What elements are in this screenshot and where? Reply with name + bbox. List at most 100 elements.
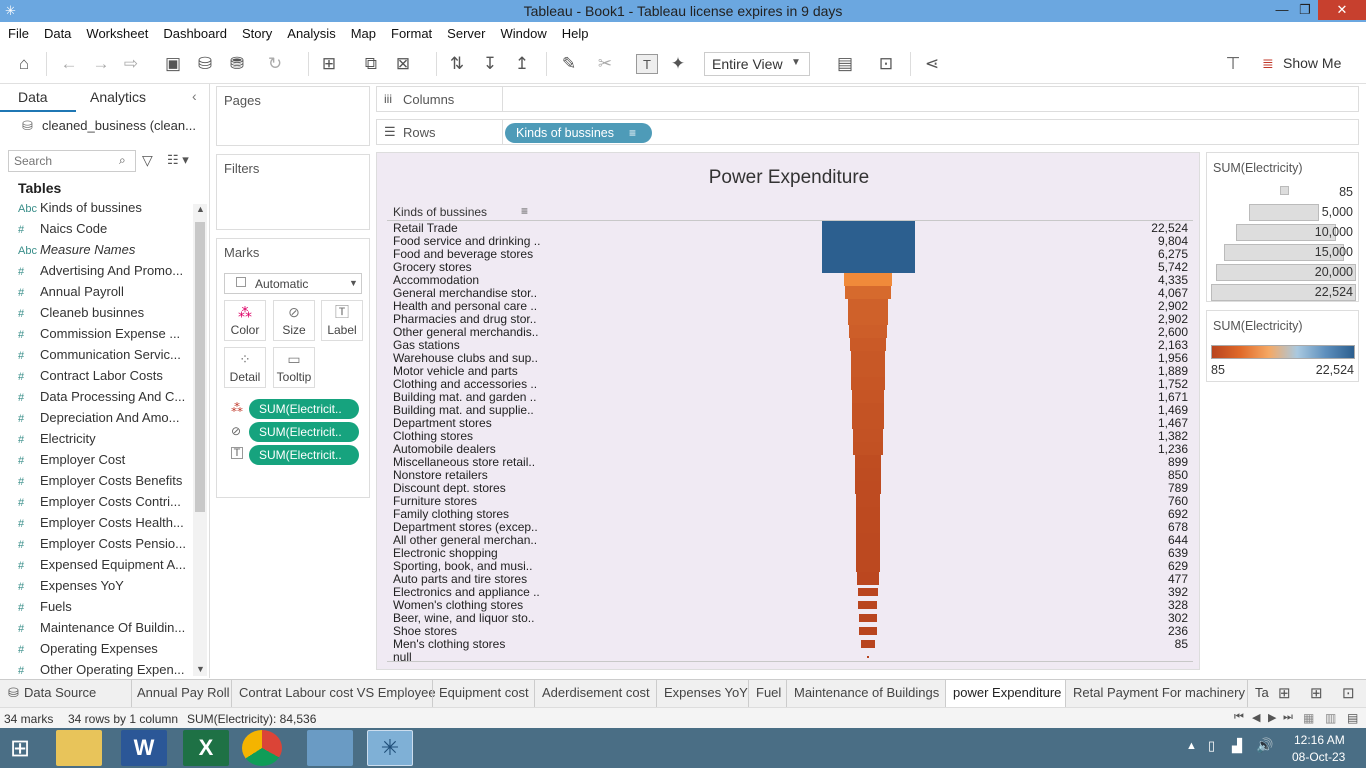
row-label[interactable]: Building mat. and supplie..	[393, 404, 553, 417]
scrollbar[interactable]: ▲ ▼	[193, 204, 207, 676]
bar[interactable]	[855, 468, 881, 481]
menu-worksheet[interactable]: Worksheet	[78, 22, 155, 41]
bar[interactable]	[859, 627, 877, 635]
tab-sheet[interactable]: Fuel	[756, 685, 781, 700]
field-item[interactable]: # Employer Costs Health...	[18, 515, 188, 536]
row-label[interactable]: Nonstore retailers	[393, 469, 553, 482]
bar[interactable]	[857, 588, 878, 596]
bar[interactable]	[856, 520, 880, 533]
menu-window[interactable]: Window	[492, 22, 553, 41]
windows-start-icon[interactable]: ⊞	[10, 734, 30, 763]
viz-area[interactable]: Power Expenditure Kinds of bussines ≡ Re…	[376, 152, 1200, 670]
bar[interactable]	[861, 640, 875, 648]
field-item[interactable]: # Contract Labor Costs	[18, 368, 188, 389]
tray-arrow-icon[interactable]: ▲	[1186, 740, 1197, 752]
bar[interactable]	[821, 247, 915, 260]
field-item[interactable]: # Employer Costs Contri...	[18, 494, 188, 515]
network-icon[interactable]: ▟	[1232, 738, 1242, 754]
field-item[interactable]: # Advertising And Promo...	[18, 263, 188, 284]
new-story-icon[interactable]: ⊡	[1342, 684, 1355, 702]
view-options-icon[interactable]: ☷ ▾	[167, 152, 189, 168]
field-item[interactable]: # Commission Expense ...	[18, 326, 188, 347]
field-item[interactable]: Abc Measure Names	[18, 242, 188, 263]
field-item[interactable]: # Employer Costs Pensio...	[18, 536, 188, 557]
row-label[interactable]: Retail Trade	[393, 222, 553, 235]
row-label[interactable]: Furniture stores	[393, 495, 553, 508]
show-cards-icon[interactable]: ▤	[834, 54, 856, 74]
row-label[interactable]: All other general merchan..	[393, 534, 553, 547]
bar[interactable]	[847, 299, 889, 312]
row-label[interactable]: Women's clothing stores	[393, 599, 553, 612]
mark-type-dropdown[interactable]: Automatic ▼	[224, 273, 362, 294]
volume-icon[interactable]: 🔊	[1256, 737, 1273, 754]
field-item[interactable]: # Electricity	[18, 431, 188, 452]
field-item[interactable]: # Operating Expenses	[18, 641, 188, 662]
field-item[interactable]: # Employer Costs Benefits	[18, 473, 188, 494]
tab-data[interactable]: Data	[18, 89, 48, 105]
bar[interactable]	[850, 364, 886, 377]
bar[interactable]	[821, 260, 915, 273]
collapse-icon[interactable]: ‹	[192, 88, 197, 104]
sort-desc-icon[interactable]: ↥	[511, 54, 533, 74]
swap-icon[interactable]: ⇅	[446, 54, 468, 74]
filter-icon[interactable]: ▽	[142, 152, 153, 169]
show-me-button[interactable]: Show Me	[1283, 55, 1341, 71]
datasource-name[interactable]: cleaned_business (clean...	[42, 118, 196, 133]
search-input[interactable]	[9, 151, 109, 171]
menu-help[interactable]: Help	[554, 22, 596, 41]
menu-dashboard[interactable]: Dashboard	[155, 22, 234, 41]
bar[interactable]	[852, 429, 884, 442]
field-item[interactable]: # Maintenance Of Buildin...	[18, 620, 188, 641]
row-label[interactable]: Accommodation	[393, 274, 553, 287]
bar[interactable]	[856, 533, 880, 546]
scrollbar-thumb[interactable]	[195, 222, 205, 512]
menu-data[interactable]: Data	[36, 22, 78, 41]
group-icon[interactable]: ✂	[594, 54, 616, 74]
redo-icon[interactable]: →	[90, 54, 112, 74]
row-label[interactable]: Family clothing stores	[393, 508, 553, 521]
bar[interactable]	[856, 507, 880, 520]
tab-sheet[interactable]: Ta	[1255, 685, 1269, 700]
row-label[interactable]: Health and personal care ..	[393, 300, 553, 313]
row-header-sort-icon[interactable]: ≡	[521, 204, 528, 218]
excel-icon[interactable]: X	[183, 730, 229, 766]
pause-updates-icon[interactable]: ⛃	[226, 54, 248, 74]
bar[interactable]	[847, 312, 889, 325]
clock-date[interactable]: 08-Oct-23	[1292, 750, 1345, 764]
row-label[interactable]: Food service and drinking ..	[393, 235, 553, 248]
row-label[interactable]: Men's clothing stores	[393, 638, 553, 651]
new-worksheet-icon[interactable]: ⊞	[1278, 684, 1291, 702]
search-box[interactable]: ⌕	[8, 150, 136, 172]
row-label[interactable]: Food and beverage stores	[393, 248, 553, 261]
field-item[interactable]: # Depreciation And Amo...	[18, 410, 188, 431]
close-button[interactable]: ✕	[1318, 0, 1366, 20]
detail-button[interactable]: ⁘ Detail	[224, 347, 266, 388]
row-label[interactable]: Grocery stores	[393, 261, 553, 274]
bar[interactable]	[852, 416, 884, 429]
bar[interactable]	[857, 572, 879, 585]
word-icon[interactable]: W	[121, 730, 167, 766]
field-item[interactable]: # Communication Servic...	[18, 347, 188, 368]
row-label[interactable]: Motor vehicle and parts	[393, 365, 553, 378]
field-item[interactable]: # Annual Payroll	[18, 284, 188, 305]
tab-sheet[interactable]: Expenses YoY	[664, 685, 748, 700]
battery-icon[interactable]: ▯	[1208, 738, 1215, 754]
row-label[interactable]: Sporting, book, and musi..	[393, 560, 553, 573]
field-item[interactable]: # Cleaneb businnes	[18, 305, 188, 326]
row-label[interactable]: Department stores	[393, 417, 553, 430]
photos-icon[interactable]	[307, 730, 353, 766]
sort-asc-icon[interactable]: ↧	[479, 54, 501, 74]
refresh-icon[interactable]: ↻	[264, 54, 286, 74]
menu-format[interactable]: Format	[383, 22, 439, 41]
format-painter-icon[interactable]: ⊤	[1222, 54, 1244, 74]
tab-data-source[interactable]: Data Source	[24, 685, 96, 700]
bar[interactable]	[858, 601, 878, 609]
tooltip-button[interactable]: ▭ Tooltip	[273, 347, 315, 388]
field-item[interactable]: # Naics Code	[18, 221, 188, 242]
label-button[interactable]: 🅃 Label	[321, 300, 363, 341]
bar[interactable]	[855, 494, 881, 507]
tab-sheet[interactable]: Maintenance of Buildings	[794, 685, 939, 700]
last-sheet-icon[interactable]: ⏭	[1283, 711, 1293, 724]
rows-pill[interactable]: Kinds of bussines ≡	[505, 123, 652, 143]
row-label[interactable]: Gas stations	[393, 339, 553, 352]
